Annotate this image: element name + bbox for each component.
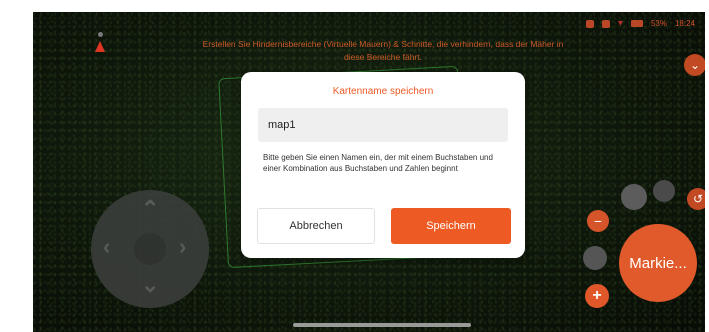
tool-button-1[interactable]	[621, 184, 647, 210]
marker-label: Markie...	[629, 254, 687, 272]
plus-icon: +	[592, 287, 602, 304]
chevron-down-icon: ⌄	[689, 58, 701, 72]
battery-icon	[630, 20, 643, 27]
arrow-left-icon[interactable]: ‹	[103, 236, 110, 258]
arrow-right-icon[interactable]: ›	[179, 236, 186, 258]
zoom-out-button[interactable]: −	[587, 210, 609, 232]
save-map-name-dialog: Kartenname speichern Bitte geben Sie ein…	[241, 72, 525, 258]
minus-icon: −	[593, 213, 603, 229]
robot-position-icon	[95, 32, 105, 54]
undo-button[interactable]: ↺	[687, 188, 705, 210]
hint-text: Erstellen Sie Hindernisbereiche (Virtuel…	[202, 39, 564, 62]
undo-icon: ↺	[692, 192, 704, 206]
cancel-button[interactable]: Abbrechen	[257, 208, 375, 244]
battery-percent: 53%	[650, 19, 667, 28]
save-button[interactable]: Speichern	[391, 208, 511, 244]
arrow-up-icon[interactable]: ⌃	[141, 198, 159, 220]
dialog-title: Kartenname speichern	[332, 86, 434, 97]
tool-button-2[interactable]	[653, 180, 675, 202]
map-name-input[interactable]	[258, 108, 508, 142]
home-indicator[interactable]	[293, 323, 471, 327]
marker-button[interactable]: Markie...	[619, 224, 697, 302]
status-time: 18:24	[674, 19, 695, 28]
dialog-help-text: Bitte geben Sie einen Namen ein, der mit…	[263, 153, 493, 173]
arrow-down-icon[interactable]: ⌄	[141, 274, 159, 296]
map-screen[interactable]: ▾ 53% 18:24 Erstellen Sie Hindernisberei…	[33, 12, 705, 332]
status-bar: ▾ 53% 18:24	[585, 18, 695, 29]
collapse-button[interactable]: ⌄	[684, 54, 705, 76]
direction-pad[interactable]: ⌃ ⌄ ‹ ›	[91, 190, 209, 308]
dpad-center[interactable]	[134, 233, 166, 265]
signal-icon	[585, 19, 594, 28]
wifi-icon: ▾	[617, 18, 623, 29]
zoom-in-button[interactable]: +	[585, 284, 609, 308]
tool-button-3[interactable]	[583, 246, 607, 270]
notification-icon	[601, 19, 610, 28]
